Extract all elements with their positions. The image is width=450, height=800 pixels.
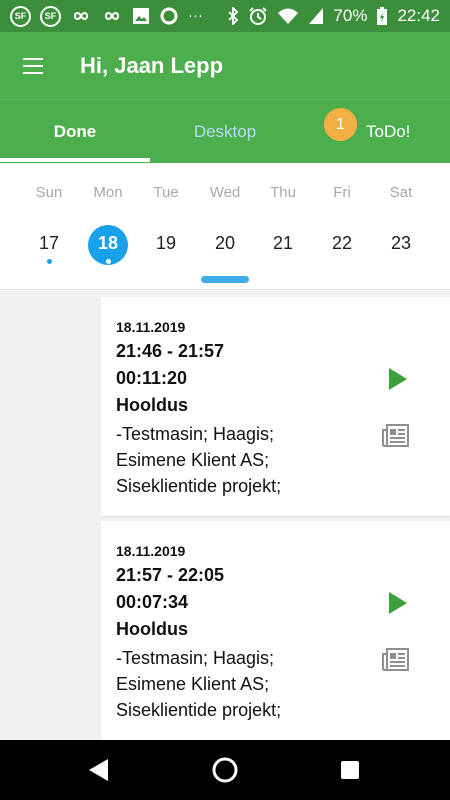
day-name: Thu bbox=[270, 184, 296, 201]
page-title: Hi, Jaan Lepp bbox=[80, 53, 224, 78]
entry-description-line: -Testmasin; Haagis; bbox=[116, 648, 275, 668]
back-triangle-icon bbox=[89, 759, 108, 781]
entry-time-range: 21:46 - 21:57 bbox=[116, 341, 225, 361]
play-icon bbox=[389, 368, 407, 390]
day-tue[interactable]: Tue 19 bbox=[137, 163, 195, 273]
day-number: 23 bbox=[390, 233, 412, 253]
alarm-icon bbox=[249, 7, 268, 25]
day-name: Sun bbox=[35, 184, 63, 201]
entry-description: -Testmasin; Haagis; Esimene Klient AS; S… bbox=[116, 645, 366, 723]
tab-desktop[interactable]: Desktop bbox=[150, 100, 300, 163]
time-entry-list[interactable]: 18.11.2019 21:46 - 21:57 00:11:20 Hooldu… bbox=[0, 291, 450, 740]
newspaper-icon bbox=[382, 648, 409, 671]
day-sun[interactable]: Sun 17 bbox=[20, 163, 78, 273]
more-notifications-icon: ··· bbox=[188, 7, 203, 24]
tab-todo-label: ToDo! bbox=[366, 122, 411, 141]
entry-details-button[interactable] bbox=[381, 422, 411, 450]
day-number: 19 bbox=[155, 233, 177, 253]
bluetooth-icon bbox=[228, 7, 239, 25]
play-button[interactable] bbox=[385, 589, 411, 617]
entries-dot bbox=[106, 259, 111, 264]
entry-type: Hooldus bbox=[116, 619, 188, 639]
entries-dot bbox=[47, 259, 52, 264]
recents-square-icon bbox=[341, 761, 359, 779]
status-bar: SF SF ··· 70% 22:42 bbox=[0, 0, 450, 32]
entry-details-button[interactable] bbox=[381, 646, 411, 674]
sf-app-icon: SF bbox=[40, 5, 61, 27]
newspaper-icon bbox=[382, 424, 409, 447]
entry-date: 18.11.2019 bbox=[116, 319, 186, 335]
entry-description: -Testmasin; Haagis; Esimene Klient AS; S… bbox=[116, 421, 366, 499]
tab-bar: Done Desktop 1 ToDo! bbox=[0, 99, 450, 163]
infinity-icon bbox=[104, 12, 120, 20]
day-name: Wed bbox=[209, 184, 241, 201]
play-button[interactable] bbox=[385, 365, 411, 393]
entry-type: Hooldus bbox=[116, 395, 188, 415]
time-entry-card[interactable]: 18.11.2019 21:57 - 22:05 00:07:34 Hooldu… bbox=[101, 521, 450, 740]
day-name: Tue bbox=[153, 184, 179, 201]
day-mon[interactable]: Mon 18 bbox=[79, 163, 137, 273]
sf-app-icon: SF bbox=[10, 5, 31, 27]
circle-icon bbox=[160, 7, 178, 25]
entry-description-line: Esimene Klient AS; bbox=[116, 450, 270, 470]
day-number: 18 bbox=[97, 233, 119, 253]
day-name: Sat bbox=[389, 184, 413, 201]
entry-time-range: 21:57 - 22:05 bbox=[116, 565, 225, 585]
day-fri[interactable]: Fri 22 bbox=[313, 163, 371, 273]
battery-percent: 70% bbox=[333, 6, 368, 25]
image-icon bbox=[133, 8, 149, 24]
todo-count-badge: 1 bbox=[324, 108, 357, 141]
tab-todo[interactable]: 1 ToDo! bbox=[300, 100, 450, 163]
day-number: 22 bbox=[331, 233, 353, 253]
recents-button[interactable] bbox=[338, 758, 362, 782]
notification-icons: SF SF ··· bbox=[10, 4, 203, 28]
entry-duration: 00:11:20 bbox=[116, 368, 188, 388]
infinity-icon bbox=[73, 12, 89, 20]
system-navigation-bar bbox=[0, 740, 450, 800]
day-number: 17 bbox=[38, 233, 60, 253]
cell-signal-icon bbox=[309, 8, 324, 24]
menu-button[interactable] bbox=[18, 52, 48, 80]
active-tab-indicator bbox=[0, 158, 150, 162]
status-time: 22:42 bbox=[397, 6, 440, 25]
day-number: 20 bbox=[214, 233, 236, 253]
entry-description-line: Siseklientide projekt; bbox=[116, 476, 282, 496]
entry-description-line: Esimene Klient AS; bbox=[116, 674, 270, 694]
home-circle-icon bbox=[212, 757, 238, 783]
entry-description-line: -Testmasin; Haagis; bbox=[116, 424, 275, 444]
day-sat[interactable]: Sat 23 bbox=[372, 163, 430, 273]
time-entry-card[interactable]: 18.11.2019 21:46 - 21:57 00:11:20 Hooldu… bbox=[101, 297, 450, 516]
day-wed[interactable]: Wed 20 bbox=[196, 163, 254, 273]
tab-done[interactable]: Done bbox=[0, 100, 150, 163]
day-thu[interactable]: Thu 21 bbox=[254, 163, 312, 273]
day-name: Fri bbox=[333, 184, 351, 201]
entry-description-line: Siseklientide projekt; bbox=[116, 700, 282, 720]
week-calendar: Sun 17 Mon 18 Tue 19 Wed 20 Thu 21 Fri 2… bbox=[0, 163, 450, 290]
back-button[interactable] bbox=[86, 756, 114, 784]
calendar-expand-handle[interactable] bbox=[201, 276, 249, 283]
system-icons: 70% 22:42 bbox=[227, 4, 440, 28]
app-bar: Hi, Jaan Lepp bbox=[0, 32, 450, 99]
play-icon bbox=[389, 592, 407, 614]
entry-date: 18.11.2019 bbox=[116, 543, 186, 559]
wifi-icon bbox=[278, 8, 299, 24]
day-number: 21 bbox=[272, 233, 294, 253]
day-name: Mon bbox=[93, 184, 123, 201]
entry-duration: 00:07:34 bbox=[116, 592, 189, 612]
battery-charging-icon bbox=[377, 7, 388, 25]
home-button[interactable] bbox=[211, 756, 239, 784]
